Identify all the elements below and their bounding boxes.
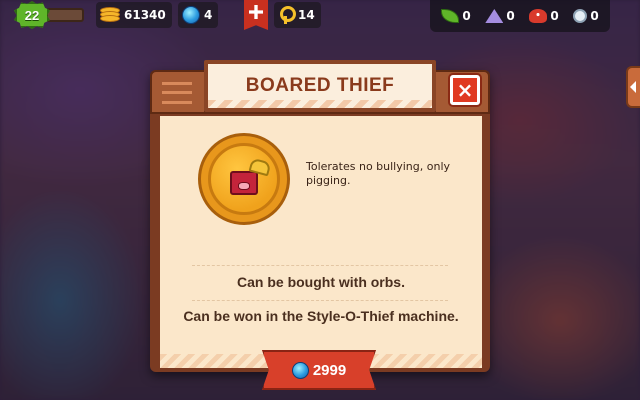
pig-snout <box>238 182 250 190</box>
price-content: 2999 <box>291 361 347 379</box>
crystal-icon <box>485 9 504 23</box>
resource-leaf: 0 <box>441 9 471 23</box>
acquire-line-orbs: Can be bought with orbs. <box>237 274 405 290</box>
resource-leaf-value: 0 <box>462 9 471 23</box>
coins-value: 61340 <box>124 8 166 22</box>
orb-icon <box>291 361 309 379</box>
key-icon <box>278 6 296 24</box>
keys-value: 14 <box>298 8 315 22</box>
item-description: Tolerates no bullying, only pigging. <box>306 160 451 187</box>
pig-hood-icon <box>230 171 258 195</box>
xp-bar <box>46 8 84 22</box>
resource-crystal-value: 0 <box>506 9 515 23</box>
keys-counter[interactable]: 14 <box>274 2 321 28</box>
resources-panel[interactable]: 0 0 0 0 <box>430 0 610 32</box>
divider <box>192 265 448 266</box>
side-menu-tab[interactable] <box>626 66 640 108</box>
buy-button[interactable]: 2999 <box>262 350 376 390</box>
close-icon: × <box>456 78 474 102</box>
resource-compass-value: 0 <box>590 9 599 23</box>
divider <box>192 300 448 301</box>
price-value: 2999 <box>312 361 347 379</box>
medal-inner <box>208 143 280 215</box>
compass-icon <box>573 9 588 23</box>
acquire-line-machine: Can be won in the Style-O-Thief machine. <box>183 308 459 324</box>
resource-mushroom: 0 <box>529 9 559 23</box>
coins-icon <box>100 6 120 24</box>
coins-counter[interactable]: 61340 <box>96 2 172 28</box>
title-plaque: BOARED THIEF <box>204 60 436 112</box>
orbs-value: 4 <box>204 8 213 22</box>
orb-icon <box>182 6 200 24</box>
dialog-title: BOARED THIEF <box>245 75 395 96</box>
mushroom-icon <box>529 9 548 23</box>
plus-icon <box>249 5 263 19</box>
level-number: 22 <box>24 7 40 23</box>
level-badge[interactable]: 22 <box>14 1 50 29</box>
resource-crystal: 0 <box>485 9 515 23</box>
close-button[interactable]: × <box>450 75 480 105</box>
buy-orbs-button[interactable] <box>244 0 268 30</box>
wood-grain-icon <box>162 82 192 104</box>
resource-compass: 0 <box>573 9 599 23</box>
orbs-counter[interactable]: 4 <box>178 2 219 28</box>
top-hud: 22 61340 4 14 0 0 0 0 <box>0 0 640 32</box>
resource-mushroom-value: 0 <box>550 9 559 23</box>
leaf-icon <box>441 9 460 23</box>
item-medal <box>198 133 290 225</box>
